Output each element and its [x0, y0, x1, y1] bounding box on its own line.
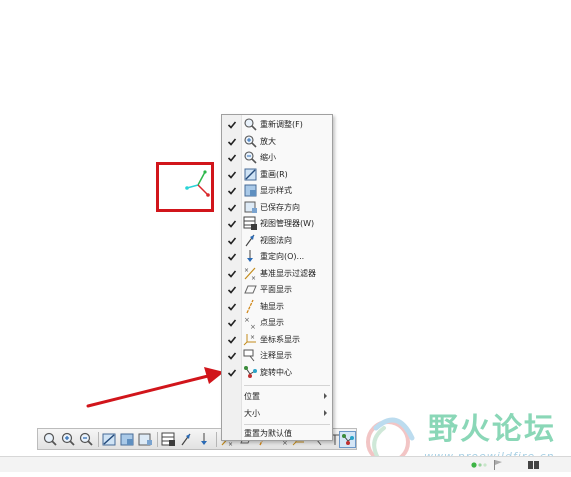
- refit-icon: [244, 118, 257, 131]
- menu-item-saved-orientation[interactable]: 已保存方向: [222, 200, 332, 217]
- menu-item-label: 旋转中心: [260, 367, 292, 377]
- menu-item-label: 缩小: [260, 153, 276, 162]
- menu-item-zoom-in[interactable]: 放大: [222, 134, 332, 151]
- menu-item-csys-display[interactable]: × 坐标系显示: [222, 332, 332, 349]
- checkbox-checked-icon[interactable]: [227, 285, 237, 295]
- checkbox-checked-icon[interactable]: [227, 302, 237, 312]
- submenu-arrow-icon: [324, 393, 327, 399]
- menu-item-label: 大小: [244, 408, 260, 418]
- menu-submenu-position[interactable]: 位置: [222, 389, 332, 406]
- toolbar-spin-center-icon[interactable]: [339, 431, 356, 448]
- menu-item-view-manager[interactable]: 视图管理器(W): [222, 216, 332, 233]
- menu-separator: [244, 385, 330, 386]
- menu-submenu-size[interactable]: 大小: [222, 406, 332, 423]
- menu-item-datum-filter[interactable]: × × 基准显示过滤器: [222, 266, 332, 283]
- datum-filter-icon: ××: [244, 267, 256, 281]
- annotation-red-arrow: [86, 367, 224, 408]
- toolbar-refit-icon[interactable]: [42, 431, 59, 448]
- checkbox-checked-icon[interactable]: [227, 236, 237, 246]
- checkbox-checked-icon[interactable]: [227, 153, 237, 163]
- menu-separator: [244, 424, 330, 425]
- checkbox-checked-icon[interactable]: [227, 170, 237, 180]
- watermark-text: 野火论坛: [428, 412, 556, 447]
- menu-item-label: 平面显示: [260, 285, 292, 294]
- svg-text:×: ×: [251, 275, 256, 281]
- toolbar-view-manager-icon[interactable]: [160, 431, 177, 448]
- checkbox-checked-icon[interactable]: [227, 335, 237, 345]
- toolbar-saved-orientation-icon[interactable]: [137, 431, 154, 448]
- checkbox-checked-icon[interactable]: [227, 219, 237, 229]
- menu-item-display-style[interactable]: 显示样式: [222, 183, 332, 200]
- menu-item-point-display[interactable]: × × 点显示: [222, 315, 332, 332]
- menu-item-reorient[interactable]: 重定向(O)...: [222, 249, 332, 266]
- point-display-icon: ××: [244, 316, 256, 330]
- menu-item-label: 已保存方向: [260, 202, 300, 212]
- display-style-icon: [244, 184, 257, 197]
- menu-item-label: 基准显示过滤器: [260, 268, 316, 278]
- repaint-icon: [244, 168, 257, 180]
- toolbar-display-style-icon[interactable]: [119, 431, 136, 448]
- view-context-menu: 重新调整(F) 放大 缩小 重画(R) 显示样式 已保存方向 视图管理器(W) …: [221, 114, 333, 441]
- spin-center-icon: [244, 365, 257, 378]
- checkbox-checked-icon[interactable]: [227, 351, 237, 361]
- plane-display-icon: [244, 285, 257, 294]
- menu-item-label: 重定向(O)...: [260, 252, 305, 261]
- menu-item-reset-defaults[interactable]: 重置为默认值: [222, 426, 332, 443]
- checkbox-checked-icon[interactable]: [227, 137, 237, 147]
- zoom-out-icon: [244, 151, 257, 164]
- checkbox-checked-icon[interactable]: [227, 252, 237, 262]
- menu-item-label: 轴显示: [260, 301, 284, 311]
- menu-item-label: 重画(R): [260, 169, 288, 179]
- svg-text:×: ×: [250, 323, 256, 330]
- toolbar-zoom-out-icon[interactable]: [78, 431, 95, 448]
- menu-item-plane-display[interactable]: 平面显示: [222, 282, 332, 299]
- svg-text:×: ×: [244, 267, 249, 274]
- menu-item-label: 重新调整(F): [260, 120, 303, 129]
- annotation-display-icon: [243, 349, 255, 362]
- checkbox-checked-icon[interactable]: [227, 269, 237, 279]
- view-normal-icon: [245, 234, 255, 246]
- menu-item-repaint[interactable]: 重画(R): [222, 167, 332, 184]
- view-manager-icon: [243, 216, 257, 230]
- menu-item-label: 放大: [260, 136, 276, 146]
- menu-item-view-normal[interactable]: 视图法向: [222, 233, 332, 250]
- spin-center-triad-icon: [185, 170, 210, 197]
- checkbox-checked-icon[interactable]: [227, 318, 237, 328]
- menu-item-label: 位置: [244, 392, 260, 401]
- menu-item-label: 显示样式: [260, 186, 292, 195]
- saved-orientation-icon: [244, 201, 257, 213]
- checkbox-checked-icon[interactable]: [227, 186, 237, 196]
- status-bar: [0, 456, 571, 472]
- menu-item-label: 重置为默认值: [244, 429, 292, 438]
- menu-item-label: 注释显示: [260, 351, 292, 360]
- toolbar-reorient-icon[interactable]: [196, 431, 213, 448]
- menu-item-annotation-display[interactable]: 注释显示: [222, 348, 332, 365]
- menu-item-zoom-out[interactable]: 缩小: [222, 150, 332, 167]
- menu-item-label: 视图法向: [260, 235, 292, 245]
- menu-item-label: 点显示: [260, 318, 284, 327]
- toolbar-zoom-in-icon[interactable]: [60, 431, 77, 448]
- checkbox-checked-icon[interactable]: [227, 368, 237, 378]
- menu-item-spin-center[interactable]: 旋转中心: [222, 365, 332, 382]
- submenu-arrow-icon: [324, 409, 327, 416]
- checkbox-checked-icon[interactable]: [227, 120, 237, 130]
- zoom-in-icon: [244, 134, 257, 148]
- checkbox-checked-icon[interactable]: [227, 203, 237, 213]
- csys-display-icon: ×: [243, 333, 256, 345]
- menu-item-refit[interactable]: 重新调整(F): [222, 117, 332, 134]
- toolbar-repaint-icon[interactable]: [101, 431, 118, 448]
- axis-display-icon: [246, 299, 254, 313]
- toolbar-view-normal-icon[interactable]: [178, 431, 195, 448]
- reorient-icon: [247, 250, 253, 262]
- menu-item-label: 视图管理器(W): [260, 219, 315, 228]
- svg-text:×: ×: [244, 316, 250, 324]
- svg-text:×: ×: [250, 334, 255, 341]
- menu-item-axis-display[interactable]: 轴显示: [222, 299, 332, 316]
- menu-item-label: 坐标系显示: [260, 334, 300, 344]
